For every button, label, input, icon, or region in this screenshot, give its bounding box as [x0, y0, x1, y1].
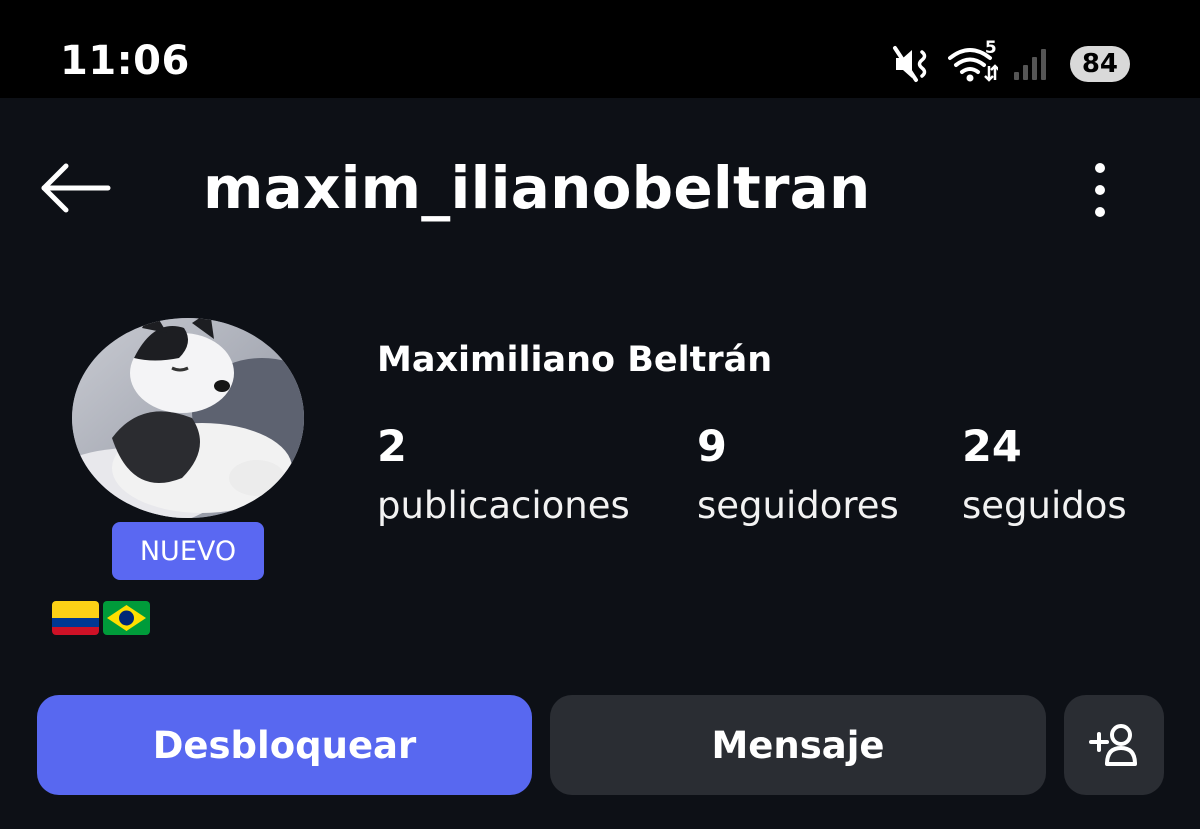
- posts-count: 2: [377, 422, 407, 472]
- flags: [52, 601, 150, 635]
- followers-stat[interactable]: 9 seguidores: [697, 422, 899, 530]
- unblock-button[interactable]: Desbloquear: [37, 695, 532, 795]
- mute-vibrate-icon: [892, 44, 934, 84]
- followers-label: seguidores: [697, 484, 899, 527]
- followers-count: 9: [697, 422, 727, 472]
- new-user-badge: NUEVO: [112, 522, 264, 580]
- display-name: Maximiliano Beltrán: [377, 340, 773, 380]
- add-friend-button[interactable]: [1064, 695, 1164, 795]
- wifi-standard-label: 5: [984, 38, 997, 58]
- status-icons: 5 84: [892, 38, 1130, 88]
- more-vertical-icon: [1095, 163, 1105, 217]
- message-button[interactable]: Mensaje: [550, 695, 1046, 795]
- following-count: 24: [962, 422, 1022, 472]
- add-person-icon: [1089, 724, 1137, 766]
- signal-icon: [1012, 46, 1050, 82]
- more-options-button[interactable]: [1078, 158, 1122, 222]
- status-bar: 11:06 5 84: [0, 0, 1200, 98]
- posts-stat[interactable]: 2 publicaciones: [377, 422, 630, 530]
- unblock-button-label: Desbloquear: [152, 723, 417, 767]
- status-time: 11:06: [60, 38, 190, 84]
- back-button[interactable]: [36, 158, 116, 218]
- page-title-username: maxim_ilianobeltran: [203, 154, 871, 222]
- following-label: seguidos: [962, 484, 1127, 527]
- arrow-left-icon: [41, 163, 111, 213]
- colombia-flag-icon: [52, 601, 99, 635]
- avatar-husky-photo: [72, 318, 304, 518]
- posts-label: publicaciones: [377, 484, 630, 527]
- battery-icon: 84: [1069, 46, 1130, 82]
- following-stat[interactable]: 24 seguidos: [962, 422, 1127, 530]
- profile-screen: 11:06 5 84 maxim_ilianobeltran NUEVO Max…: [0, 0, 1200, 829]
- avatar[interactable]: [72, 318, 304, 518]
- wifi-icon: 5: [947, 38, 998, 84]
- brazil-flag-icon: [103, 601, 150, 635]
- profile-header: maxim_ilianobeltran: [0, 140, 1200, 240]
- message-button-label: Mensaje: [711, 723, 885, 767]
